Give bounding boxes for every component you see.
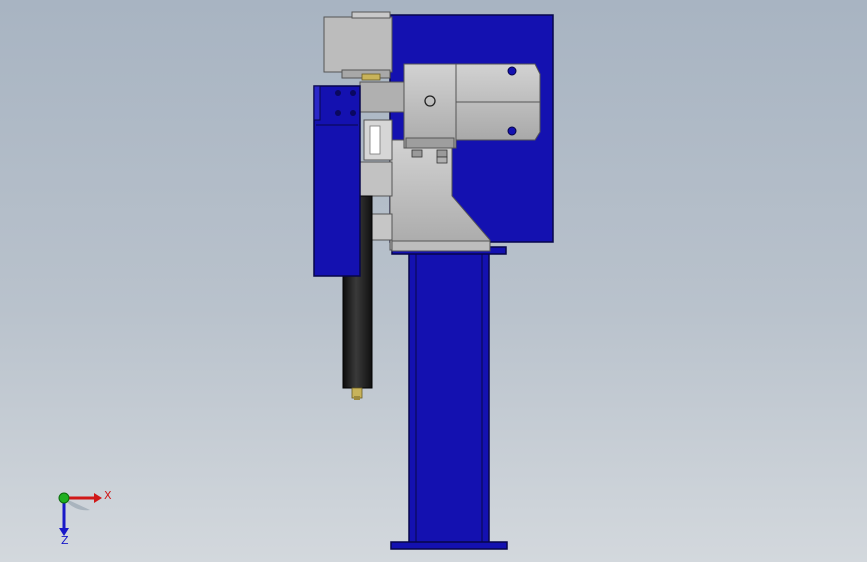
grey-clamp-block[interactable] [403,63,457,149]
support-column[interactable] [390,246,508,550]
x-axis-label: X [104,489,112,502]
y-axis-dot [58,492,70,504]
grey-side-plate[interactable] [455,63,541,141]
z-axis-label: Z [61,534,69,547]
assembly-model[interactable] [0,0,867,562]
axis-triad: X Z [58,489,112,547]
cad-graphics-viewport[interactable]: X Z [0,0,867,562]
blue-arm-plate[interactable] [313,85,361,277]
top-grey-block[interactable] [323,11,393,81]
